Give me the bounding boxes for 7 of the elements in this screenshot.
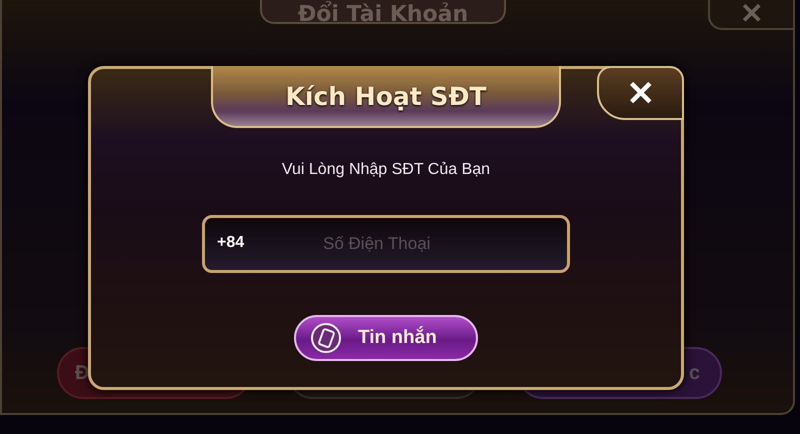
dialog-title: Kích Hoạt SĐT <box>211 66 561 128</box>
close-button[interactable]: ✕ <box>597 66 684 120</box>
phone-icon <box>310 322 342 354</box>
sms-button[interactable]: Tin nhắn <box>294 315 478 361</box>
panel-title: Đổi Tài Khoản <box>260 0 506 24</box>
prompt-text: Vui Lòng Nhập SĐT Của Bạn <box>282 161 490 179</box>
country-code: +84 <box>217 234 244 252</box>
